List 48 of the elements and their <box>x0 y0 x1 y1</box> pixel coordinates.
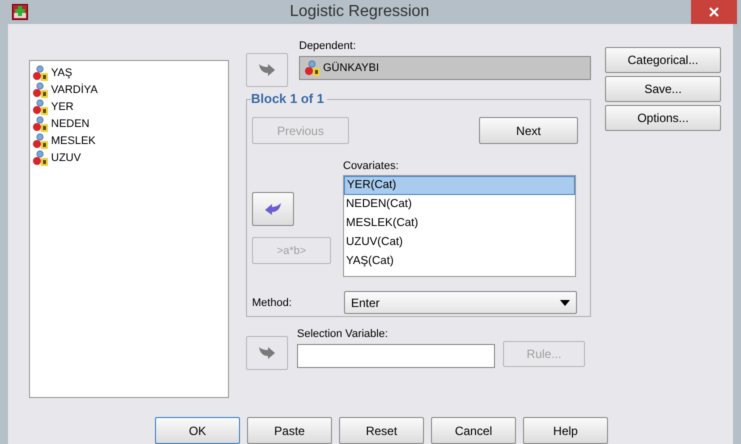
method-value: Enter <box>351 296 380 310</box>
dialog-button[interactable]: Save... <box>605 76 721 102</box>
dialog-button[interactable]: Paste <box>247 417 332 444</box>
arrow-icon <box>258 346 276 360</box>
move-button[interactable] <box>252 192 294 226</box>
dialog-button[interactable]: Options... <box>605 105 721 131</box>
variable-item[interactable]: YAŞ <box>51 66 72 78</box>
variable-item[interactable]: VARDİYA <box>51 84 98 96</box>
variable-icon <box>304 60 320 76</box>
variable-item[interactable]: UZUV <box>51 152 81 164</box>
covariate-item[interactable]: UZUV(Cat) <box>344 233 575 252</box>
dependent-value: GÜNKAYBI <box>323 62 380 74</box>
variable-icon <box>32 82 48 98</box>
variable-item[interactable]: NEDEN <box>51 118 90 130</box>
dialog-button[interactable]: Cancel <box>431 417 516 444</box>
variable-icon <box>32 64 48 80</box>
variable-icon <box>32 150 48 166</box>
block-title: Block 1 of 1 <box>251 91 327 106</box>
app-icon <box>12 4 28 20</box>
variable-item[interactable]: YER <box>51 100 74 112</box>
dialog-button[interactable]: OK <box>155 417 240 444</box>
variable-list[interactable]: YAŞ VARDİYA YER NEDEN MESLEK UZUV <box>29 60 229 398</box>
arrow-icon <box>258 63 276 77</box>
dialog-button[interactable]: Categorical... <box>605 47 721 73</box>
variable-icon <box>32 98 48 114</box>
dialog-button[interactable]: Reset <box>339 417 424 444</box>
arrow-icon <box>264 202 282 216</box>
covariate-item[interactable]: YER(Cat) <box>344 176 575 195</box>
window-title: Logistic Regression <box>288 3 430 21</box>
selection-variable-field[interactable] <box>297 344 495 368</box>
method-dropdown[interactable]: Enter <box>344 291 577 314</box>
variable-item[interactable]: MESLEK <box>51 134 96 146</box>
covariate-item[interactable]: YAŞ(Cat) <box>344 252 575 271</box>
next-button[interactable]: Next <box>479 117 578 144</box>
method-label: Method: <box>252 296 293 308</box>
covariates-list[interactable]: YER(Cat) NEDEN(Cat) MESLEK(Cat) UZUV(Cat) YAŞ(Cat) <box>343 175 576 277</box>
close-icon <box>709 7 719 17</box>
dependent-label: Dependent: <box>299 39 357 54</box>
variable-icon <box>32 116 48 132</box>
covariate-item[interactable]: MESLEK(Cat) <box>344 214 575 233</box>
covariate-item[interactable]: NEDEN(Cat) <box>344 195 575 214</box>
selection-variable-label: Selection Variable: <box>297 327 389 342</box>
dropdown-caret-icon <box>560 300 570 306</box>
close-button[interactable] <box>691 0 737 24</box>
dependent-field[interactable]: GÜNKAYBI <box>299 56 591 80</box>
variable-icon <box>32 132 48 148</box>
covariates-label: Covariates: <box>343 159 400 174</box>
dialog-button[interactable]: Help <box>523 417 608 444</box>
